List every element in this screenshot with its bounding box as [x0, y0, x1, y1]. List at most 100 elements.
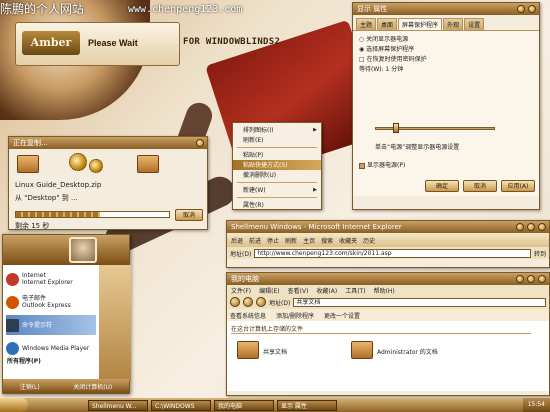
- link-system-info[interactable]: 查看系统信息: [230, 311, 266, 320]
- menu-item-undo[interactable]: 撤消删除(U): [233, 170, 321, 180]
- source-folder-icon: [17, 155, 39, 173]
- forward-icon[interactable]: [243, 297, 253, 307]
- all-programs-button[interactable]: 所有程序(P): [7, 356, 41, 365]
- address-input[interactable]: http://www.chenpeng123.com/skin/2011.asp: [254, 248, 531, 258]
- search-button[interactable]: 搜索: [321, 236, 333, 245]
- system-tray-clock[interactable]: 15:54: [522, 398, 550, 412]
- refresh-button[interactable]: 刷新: [285, 236, 297, 245]
- menu-tools[interactable]: 工具(T): [345, 286, 365, 295]
- close-icon[interactable]: [538, 275, 546, 283]
- copy-body: Linux Guide_Desktop.zip 从 "Desktop" 到 ..…: [9, 149, 207, 230]
- display-properties-window: 显示 属性 主题 桌面 屏幕保护程序 外观 设置 ○ 关闭显示器电源 ◉ 选择屏…: [352, 2, 540, 210]
- menu-edit[interactable]: 编辑(E): [259, 286, 279, 295]
- copy-filename: Linux Guide_Desktop.zip: [15, 181, 102, 189]
- go-button[interactable]: 转到: [534, 249, 546, 258]
- minimize-icon[interactable]: [516, 223, 524, 231]
- back-icon[interactable]: [230, 297, 240, 307]
- copy-titlebar[interactable]: 正在复制...: [9, 137, 207, 149]
- explorer-titlebar[interactable]: 我的电脑: [227, 273, 549, 285]
- menu-view[interactable]: 查看(V): [288, 286, 309, 295]
- copy-cancel-button[interactable]: 取消: [175, 209, 203, 221]
- task-my-computer[interactable]: 我的电脑: [214, 399, 274, 411]
- slider-thumb[interactable]: [393, 123, 399, 133]
- explorer-navbar: 地址(D) 共享文档: [227, 295, 549, 309]
- task-display-properties[interactable]: 显示 属性: [277, 399, 337, 411]
- help-icon[interactable]: [517, 5, 525, 13]
- menu-favorites[interactable]: 收藏(A): [316, 286, 337, 295]
- menu-item-arrange[interactable]: 排列图标(I) ▶: [233, 125, 321, 135]
- copy-title: 正在复制...: [13, 139, 48, 147]
- chevron-right-icon: ▶: [313, 187, 317, 193]
- up-folder-icon[interactable]: [256, 297, 266, 307]
- menu-file[interactable]: 文件(F): [231, 286, 251, 295]
- task-ie[interactable]: Shellmenu W...: [88, 399, 148, 411]
- favorites-button[interactable]: 收藏夹: [339, 236, 357, 245]
- back-button[interactable]: 后退: [231, 236, 243, 245]
- explorer-task-links: 查看系统信息 添加/删除程序 更改一个设置: [227, 309, 549, 321]
- internet-icon: [6, 272, 19, 286]
- maximize-icon[interactable]: [527, 275, 535, 283]
- chevron-right-icon: ▶: [313, 127, 317, 133]
- close-icon[interactable]: [538, 223, 546, 231]
- menu-item-paste-shortcut[interactable]: 粘贴快捷方式(S): [233, 160, 321, 170]
- admin-docs-label[interactable]: Administrator 的文档: [377, 347, 438, 356]
- tab-desktop[interactable]: 桌面: [377, 18, 398, 30]
- forward-button[interactable]: 前进: [249, 236, 261, 245]
- power-checkbox[interactable]: [359, 162, 365, 169]
- explorer-menubar: 文件(F) 编辑(E) 查看(V) 收藏(A) 工具(T) 帮助(H): [227, 285, 549, 295]
- for-windowblinds-text: FOR WINDOWBLINDS2: [183, 37, 281, 47]
- site-banner-url: www.chenpeng123.com: [128, 4, 243, 15]
- minimize-icon[interactable]: [516, 275, 524, 283]
- task-windows[interactable]: C:\WINDOWS: [151, 399, 211, 411]
- explorer-title: 我的电脑: [231, 275, 259, 283]
- explorer-address-input[interactable]: 共享文档: [293, 297, 546, 307]
- start-item-internet[interactable]: Internet Internet Explorer: [6, 269, 96, 289]
- gear-icon: [69, 153, 87, 171]
- close-icon[interactable]: [196, 139, 204, 147]
- maximize-icon[interactable]: [527, 223, 535, 231]
- home-button[interactable]: 主页: [303, 236, 315, 245]
- menu-help[interactable]: 帮助(H): [374, 286, 395, 295]
- amber-logo: Amber: [22, 31, 80, 55]
- start-item-media-player[interactable]: Windows Media Player: [6, 338, 96, 358]
- wait-line: 等待(W): 1 分钟: [359, 66, 404, 73]
- menu-item-refresh[interactable]: 刷新(E): [233, 135, 321, 145]
- menu-item-paste[interactable]: 粘贴(P): [233, 150, 321, 160]
- ok-button[interactable]: 确定: [425, 180, 459, 192]
- start-menu-footer: 注销(L) 关闭计算机(U): [3, 379, 129, 393]
- target-folder-icon: [137, 155, 159, 173]
- tab-settings[interactable]: 设置: [464, 18, 485, 30]
- apply-button[interactable]: 应用(A): [501, 180, 535, 192]
- link-add-remove[interactable]: 添加/删除程序: [276, 311, 314, 320]
- menu-item-properties[interactable]: 属性(R): [233, 200, 321, 210]
- shutdown-button[interactable]: 关闭计算机(U): [73, 382, 112, 391]
- option-line[interactable]: □ 在恢复时使用密码保护: [359, 55, 533, 65]
- tab-appearance[interactable]: 外观: [443, 18, 464, 30]
- properties-titlebar[interactable]: 显示 属性: [353, 3, 539, 15]
- admin-docs-folder-icon[interactable]: [351, 341, 373, 359]
- history-button[interactable]: 历史: [363, 236, 375, 245]
- tab-screensaver[interactable]: 屏幕保护程序: [398, 18, 443, 30]
- ie-titlebar[interactable]: Shellmenu Windows - Microsoft Internet E…: [227, 221, 549, 233]
- desktop-context-menu: 排列图标(I) ▶ 刷新(E) 粘贴(P) 粘贴快捷方式(S) 撤消删除(U) 新…: [232, 122, 322, 210]
- start-item-label: 命令提示符: [22, 321, 53, 329]
- logoff-button[interactable]: 注销(L): [20, 382, 40, 391]
- link-change-setting[interactable]: 更改一个设置: [324, 311, 360, 320]
- power-note: 单击“电源”调整显示器电源设置: [375, 144, 460, 151]
- cancel-button[interactable]: 取消: [463, 180, 497, 192]
- option-line[interactable]: ◉ 选择屏幕保护程序: [359, 45, 533, 55]
- menu-separator: [237, 197, 317, 198]
- shared-docs-folder-icon[interactable]: [237, 341, 259, 359]
- user-avatar[interactable]: [69, 237, 97, 263]
- tab-theme[interactable]: 主题: [356, 18, 377, 30]
- option-line[interactable]: ○ 关闭显示器电源: [359, 35, 533, 45]
- internet-explorer-window: Shellmenu Windows - Microsoft Internet E…: [226, 220, 550, 268]
- start-button[interactable]: [0, 398, 28, 412]
- shared-docs-label[interactable]: 共享文档: [263, 347, 287, 356]
- start-menu-header: [3, 235, 129, 265]
- menu-item-new[interactable]: 新建(W) ▶: [233, 185, 321, 195]
- start-item-cmd[interactable]: 命令提示符: [6, 315, 96, 335]
- stop-button[interactable]: 停止: [267, 236, 279, 245]
- close-icon[interactable]: [528, 5, 536, 13]
- start-item-email[interactable]: 电子邮件 Outlook Express: [6, 292, 96, 312]
